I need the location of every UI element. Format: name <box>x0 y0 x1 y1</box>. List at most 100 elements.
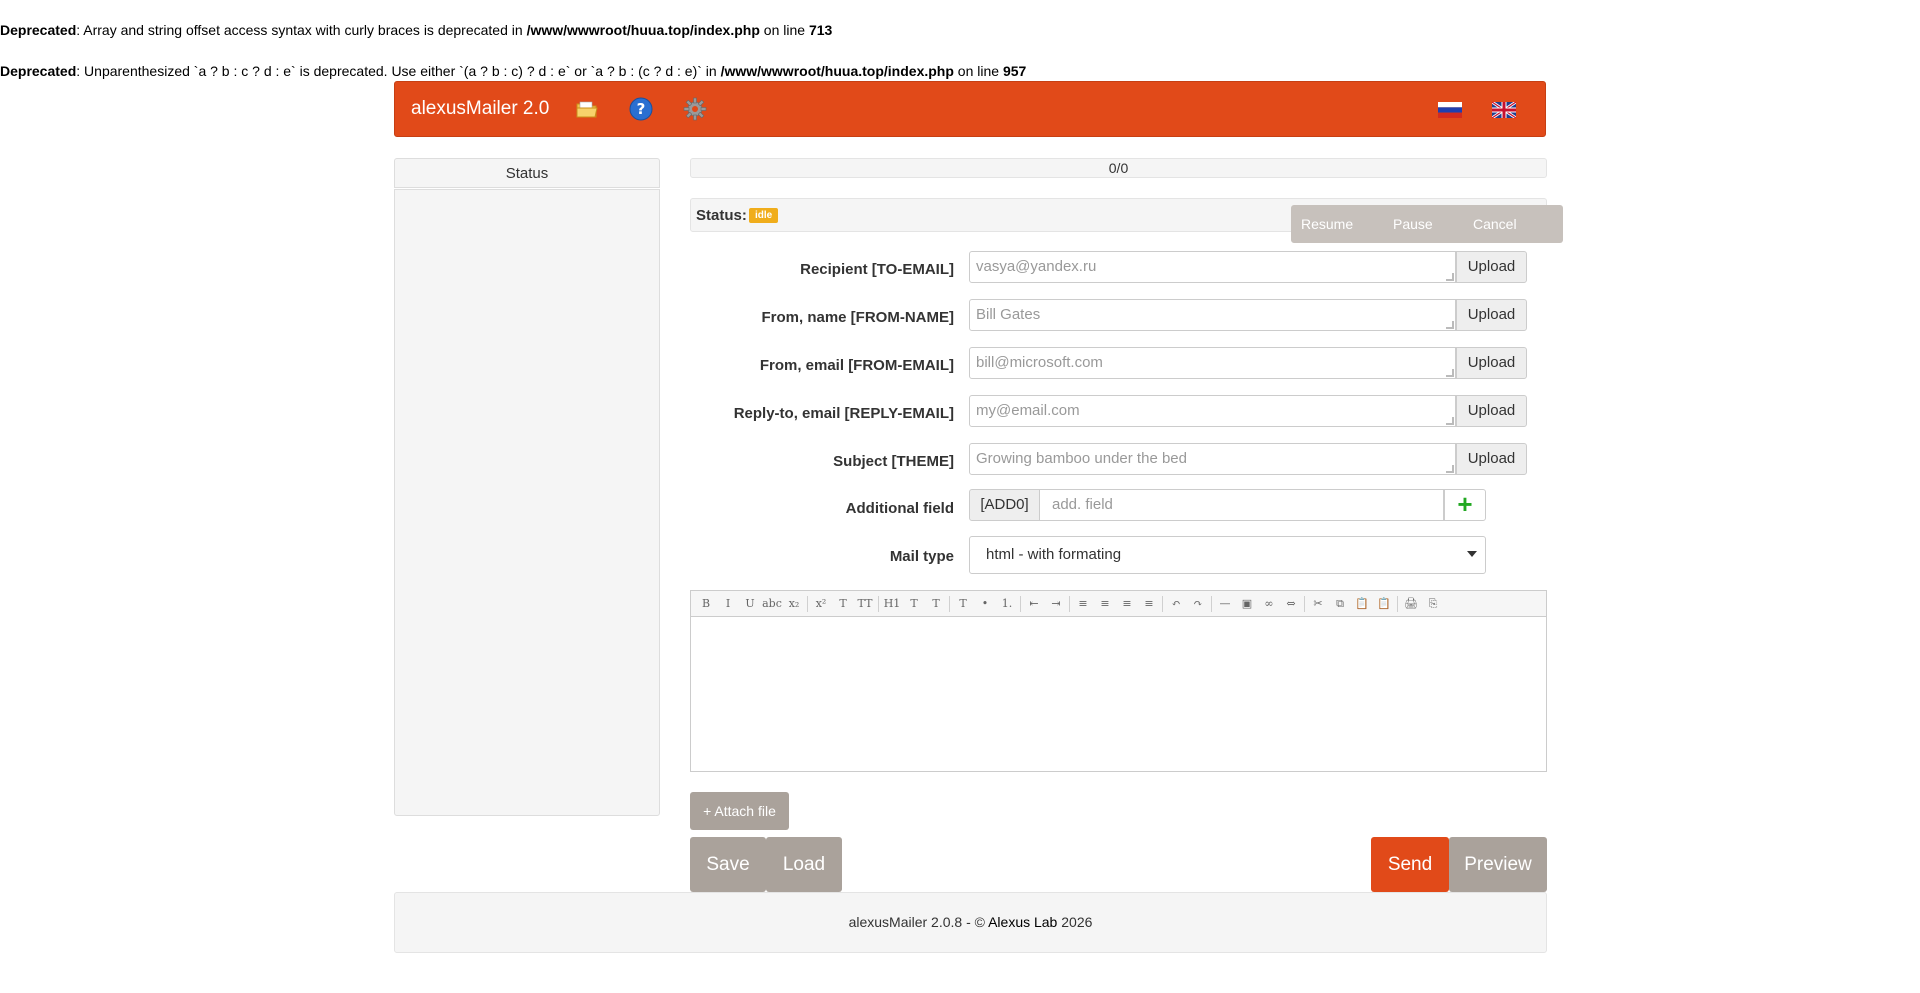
toolbar-button[interactable]: ⇤ <box>1023 594 1045 614</box>
footer-year: 2026 <box>1057 914 1093 930</box>
toolbar-button[interactable]: x₂ <box>783 594 805 614</box>
toolbar-button[interactable]: B <box>695 594 717 614</box>
toolbar-button[interactable]: ↷ <box>1187 594 1209 614</box>
editor-toolbar: B I Uabc x₂ x² T TT H1 T T T • 1. ⇤ ⇥ ≡ ≡ ≡ ≡ ↶ ↷ — ▣ ∞ ⇔ ✂ ⧉ 📋 📋 🖨 ⎘ <box>691 591 1546 617</box>
mail-type-selected: html - with formating <box>986 546 1122 563</box>
additional-field-input[interactable]: add. field <box>1040 489 1444 521</box>
recipient-label: Recipient [TO-EMAIL] <box>800 261 954 278</box>
toolbar-button[interactable]: T <box>952 594 974 614</box>
load-button[interactable]: Load <box>766 837 842 892</box>
reply-email-label: Reply-to, email [REPLY-EMAIL] <box>733 405 954 422</box>
toolbar-button[interactable]: ≡ <box>1094 594 1116 614</box>
recipient-field[interactable]: vasya@yandex.ru <box>969 251 1456 283</box>
toolbar-separator <box>1162 595 1163 612</box>
editor-body[interactable] <box>691 617 1546 772</box>
recipient-upload-button[interactable]: Upload <box>1456 251 1527 283</box>
toolbar-separator <box>878 595 879 612</box>
toolbar-separator <box>1304 595 1305 612</box>
subject-upload-button[interactable]: Upload <box>1456 443 1527 475</box>
reply-email-field[interactable]: my@email.com <box>969 395 1456 427</box>
toolbar-button[interactable]: ↶ <box>1165 594 1187 614</box>
brand-title[interactable]: alexusMailer 2.0 <box>411 98 549 120</box>
from-name-label: From, name [FROM-NAME] <box>761 309 955 326</box>
chevron-down-icon <box>1467 551 1477 557</box>
deprecation-level: Deprecated <box>0 63 77 79</box>
toolbar-button[interactable]: 1. <box>996 594 1018 614</box>
flag-gb-icon[interactable] <box>1492 102 1516 118</box>
toolbar-button[interactable]: T <box>925 594 947 614</box>
toolbar-separator <box>949 595 950 612</box>
cancel-button[interactable]: Cancel <box>1463 205 1563 243</box>
top-navbar: alexusMailer 2.0 ? <box>394 81 1546 137</box>
resize-grip-icon[interactable] <box>1446 273 1454 281</box>
help-icon[interactable]: ? <box>629 97 653 121</box>
toolbar-button[interactable]: x² <box>810 594 832 614</box>
toolbar-button[interactable]: I <box>717 594 739 614</box>
from-email-placeholder: bill@microsoft.com <box>976 354 1103 371</box>
toolbar-button[interactable]: abc <box>761 594 783 614</box>
toolbar-button[interactable]: ▣ <box>1236 594 1258 614</box>
toolbar-button[interactable]: ⎘ <box>1422 594 1444 614</box>
resize-grip-icon[interactable] <box>1446 417 1454 425</box>
resize-grip-icon[interactable] <box>1446 321 1454 329</box>
attach-file-button[interactable]: + Attach file <box>690 792 789 830</box>
footer-prefix: alexusMailer 2.0.8 - © <box>848 914 989 930</box>
toolbar-button[interactable]: 📋 <box>1351 594 1373 614</box>
toolbar-button[interactable]: T <box>903 594 925 614</box>
deprecation-line: 713 <box>808 22 833 38</box>
status-bar: Status: idle Resume Pause Cancel <box>690 198 1563 243</box>
from-name-field[interactable]: Bill Gates <box>969 299 1456 331</box>
toolbar-button[interactable]: ≡ <box>1072 594 1094 614</box>
toolbar-button[interactable]: ≡ <box>1116 594 1138 614</box>
message-editor[interactable]: B I Uabc x₂ x² T TT H1 T T T • 1. ⇤ ⇥ ≡ ≡ ≡ ≡ ↶ ↷ — ▣ ∞ ⇔ ✂ ⧉ 📋 📋 🖨 ⎘ <box>690 590 1547 772</box>
flag-ru-icon[interactable] <box>1438 102 1462 118</box>
deprecation-notice: Deprecated: Array and string offset acce… <box>0 22 832 38</box>
from-email-label: From, email [FROM-EMAIL] <box>759 357 954 374</box>
deprecation-message: : Array and string offset access syntax … <box>76 22 527 38</box>
toolbar-button[interactable]: ≡ <box>1138 594 1160 614</box>
toolbar-button[interactable]: • <box>974 594 996 614</box>
deprecation-message: : Unparenthesized `a ? b : c ? d : e` is… <box>76 63 721 79</box>
toolbar-separator <box>1020 595 1021 612</box>
toolbar-separator <box>1397 595 1398 612</box>
add-field-button[interactable]: + <box>1444 489 1486 521</box>
toolbar-button[interactable]: ⇔ <box>1280 594 1302 614</box>
svg-text:?: ? <box>637 100 646 118</box>
from-name-placeholder: Bill Gates <box>976 306 1041 323</box>
from-name-upload-button[interactable]: Upload <box>1456 299 1527 331</box>
folder-icon[interactable] <box>575 97 599 121</box>
subject-field[interactable]: Growing bamboo under the bed <box>969 443 1456 475</box>
deprecation-level: Deprecated <box>0 22 77 38</box>
deprecation-file: /www/wwwroot/huua.top/index.php <box>526 22 760 38</box>
toolbar-separator <box>1211 595 1212 612</box>
gear-icon[interactable] <box>683 97 707 121</box>
toolbar-button[interactable]: ✂ <box>1307 594 1329 614</box>
toolbar-button[interactable]: ⇥ <box>1045 594 1067 614</box>
from-email-upload-button[interactable]: Upload <box>1456 347 1527 379</box>
toolbar-button[interactable]: ∞ <box>1258 594 1280 614</box>
progress-bar: 0/0 <box>690 158 1547 178</box>
toolbar-button[interactable]: TT <box>854 594 876 614</box>
resize-grip-icon[interactable] <box>1446 369 1454 377</box>
toolbar-button[interactable]: 📋 <box>1373 594 1395 614</box>
status-badge: idle <box>749 208 779 223</box>
status-label: Status: <box>696 207 747 224</box>
resize-grip-icon[interactable] <box>1446 465 1454 473</box>
toolbar-separator <box>1069 595 1070 612</box>
toolbar-button[interactable]: — <box>1214 594 1236 614</box>
toolbar-button[interactable]: H1 <box>881 594 903 614</box>
save-button[interactable]: Save <box>690 837 766 892</box>
preview-button[interactable]: Preview <box>1449 837 1547 892</box>
deprecation-notice: Deprecated: Unparenthesized `a ? b : c ?… <box>0 63 1026 79</box>
from-email-field[interactable]: bill@microsoft.com <box>969 347 1456 379</box>
toolbar-button[interactable]: ⧉ <box>1329 594 1351 614</box>
toolbar-button[interactable]: T <box>832 594 854 614</box>
toolbar-button[interactable]: 🖨 <box>1400 594 1422 614</box>
toolbar-button[interactable]: U <box>739 594 761 614</box>
send-button[interactable]: Send <box>1371 837 1449 892</box>
reply-email-upload-button[interactable]: Upload <box>1456 395 1527 427</box>
status-panel-body <box>394 189 660 816</box>
footer-link[interactable]: Alexus Lab <box>988 914 1057 930</box>
mail-type-select[interactable]: html - with formating <box>969 536 1486 574</box>
deprecation-on-line: on line <box>953 63 1003 79</box>
